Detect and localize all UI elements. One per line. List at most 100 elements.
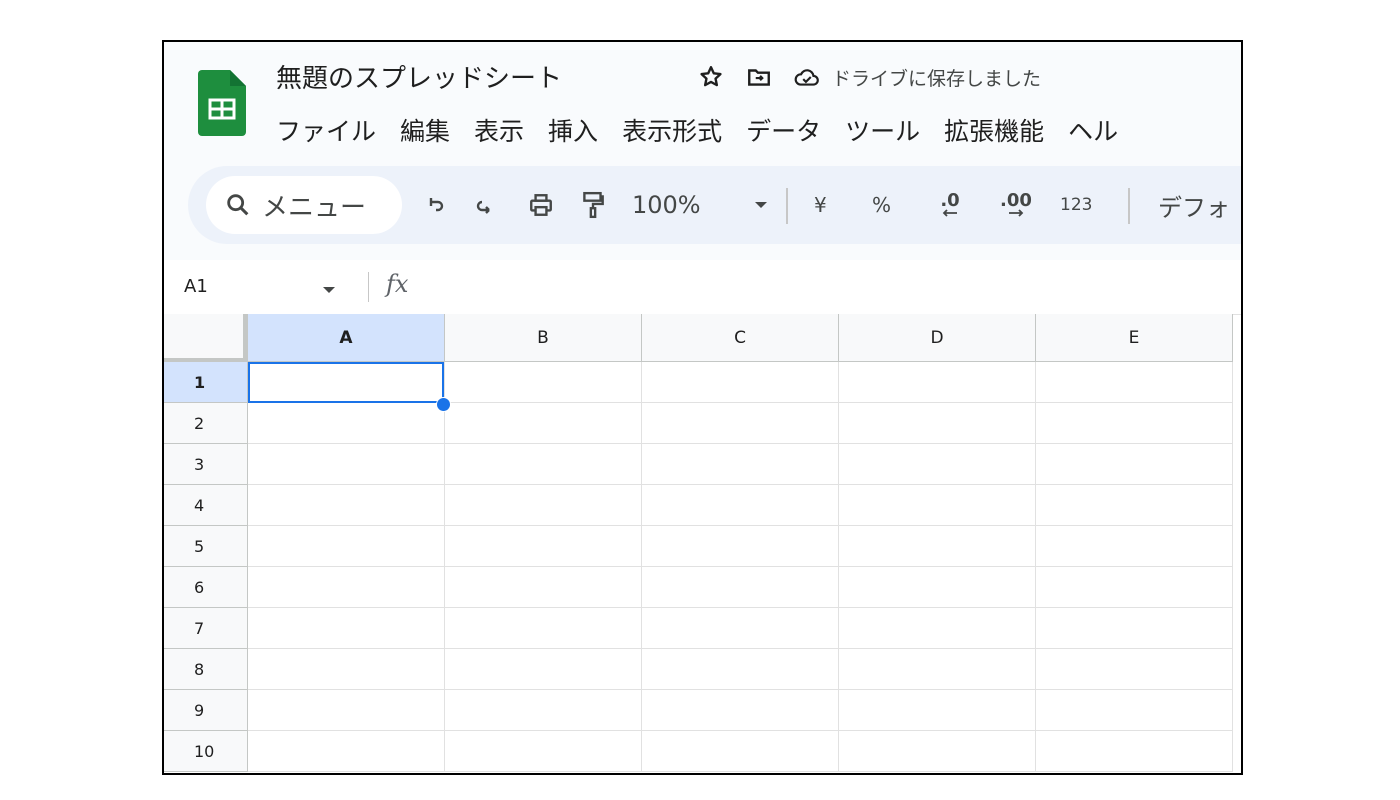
chevron-down-icon[interactable] — [750, 188, 772, 222]
menu-data[interactable]: データ — [746, 110, 821, 150]
cell-c7[interactable] — [642, 608, 839, 649]
sheets-logo-icon[interactable] — [198, 70, 246, 136]
cloud-saved-icon[interactable] — [792, 62, 822, 92]
cell-b7[interactable] — [445, 608, 642, 649]
menu-help[interactable]: ヘル — [1068, 110, 1118, 150]
cell-a2[interactable] — [248, 403, 445, 444]
name-box[interactable]: A1 — [184, 276, 208, 297]
cell-a4[interactable] — [248, 485, 445, 526]
cell-a3[interactable] — [248, 444, 445, 485]
row-header-7[interactable]: 7 — [164, 608, 248, 649]
cell-b3[interactable] — [445, 444, 642, 485]
menu-tools[interactable]: ツール — [845, 110, 920, 150]
print-icon[interactable] — [524, 188, 558, 222]
cell-b2[interactable] — [445, 403, 642, 444]
cell-e5[interactable] — [1036, 526, 1233, 567]
row-header-4[interactable]: 4 — [164, 485, 248, 526]
cell-a10[interactable] — [248, 731, 445, 772]
cell-d3[interactable] — [839, 444, 1036, 485]
row-header-9[interactable]: 9 — [164, 690, 248, 731]
arrow-right-icon — [1009, 209, 1024, 217]
more-formats-button[interactable]: 123 — [1060, 188, 1092, 222]
row-header-5[interactable]: 5 — [164, 526, 248, 567]
column-header-d[interactable]: D — [839, 314, 1036, 362]
column-header-b[interactable]: B — [445, 314, 642, 362]
cell-e6[interactable] — [1036, 567, 1233, 608]
cell-e8[interactable] — [1036, 649, 1233, 690]
sheet-grid: A B C D E 1 2 3 4 5 6 7 8 9 10 — [164, 314, 1241, 773]
cell-c5[interactable] — [642, 526, 839, 567]
row-header-10[interactable]: 10 — [164, 731, 248, 772]
cell-d4[interactable] — [839, 485, 1036, 526]
menu-extensions[interactable]: 拡張機能 — [944, 110, 1044, 150]
column-header-c[interactable]: C — [642, 314, 839, 362]
cell-d5[interactable] — [839, 526, 1036, 567]
cell-e3[interactable] — [1036, 444, 1233, 485]
zoom-select[interactable]: 100% — [632, 188, 701, 222]
increase-decimal-button[interactable]: .00 — [994, 188, 1038, 222]
cell-b10[interactable] — [445, 731, 642, 772]
row-header-1[interactable]: 1 — [164, 362, 248, 403]
decrease-decimal-button[interactable]: .0 — [930, 188, 970, 222]
menu-search-button[interactable]: メニュー — [206, 176, 402, 234]
currency-format-button[interactable]: ¥ — [814, 188, 827, 222]
cell-e2[interactable] — [1036, 403, 1233, 444]
cell-e4[interactable] — [1036, 485, 1233, 526]
cell-d1[interactable] — [839, 362, 1036, 403]
cell-c10[interactable] — [642, 731, 839, 772]
row-header-8[interactable]: 8 — [164, 649, 248, 690]
cell-d8[interactable] — [839, 649, 1036, 690]
column-header-e[interactable]: E — [1036, 314, 1233, 362]
cell-b9[interactable] — [445, 690, 642, 731]
cell-b1[interactable] — [445, 362, 642, 403]
cell-c3[interactable] — [642, 444, 839, 485]
cell-a6[interactable] — [248, 567, 445, 608]
column-header-a[interactable]: A — [248, 314, 445, 362]
cell-b4[interactable] — [445, 485, 642, 526]
cell-c9[interactable] — [642, 690, 839, 731]
row-header-2[interactable]: 2 — [164, 403, 248, 444]
cell-e9[interactable] — [1036, 690, 1233, 731]
menu-insert[interactable]: 挿入 — [548, 110, 598, 150]
star-icon[interactable] — [696, 62, 726, 92]
cell-b8[interactable] — [445, 649, 642, 690]
cell-e1[interactable] — [1036, 362, 1233, 403]
menu-file[interactable]: ファイル — [276, 110, 376, 150]
move-folder-icon[interactable] — [744, 62, 774, 92]
cell-b6[interactable] — [445, 567, 642, 608]
cell-e10[interactable] — [1036, 731, 1233, 772]
cell-a5[interactable] — [248, 526, 445, 567]
cell-b5[interactable] — [445, 526, 642, 567]
percent-format-button[interactable]: % — [872, 188, 891, 222]
row-header-3[interactable]: 3 — [164, 444, 248, 485]
menu-view[interactable]: 表示 — [474, 110, 524, 150]
cell-d6[interactable] — [839, 567, 1036, 608]
search-icon — [224, 191, 252, 219]
cell-d9[interactable] — [839, 690, 1036, 731]
chevron-down-icon[interactable] — [322, 280, 336, 299]
cell-d2[interactable] — [839, 403, 1036, 444]
document-title[interactable]: 無題のスプレッドシート — [276, 58, 562, 95]
row-header-6[interactable]: 6 — [164, 567, 248, 608]
cell-d10[interactable] — [839, 731, 1036, 772]
undo-icon[interactable] — [418, 188, 452, 222]
select-all-corner[interactable] — [164, 314, 248, 363]
save-status: ドライブに保存しました — [832, 67, 1042, 90]
menu-edit[interactable]: 編集 — [400, 110, 450, 150]
cell-d7[interactable] — [839, 608, 1036, 649]
cell-a7[interactable] — [248, 608, 445, 649]
cell-a8[interactable] — [248, 649, 445, 690]
cell-c8[interactable] — [642, 649, 839, 690]
menu-format[interactable]: 表示形式 — [622, 110, 722, 150]
active-cell-outline[interactable] — [248, 362, 444, 403]
cell-a9[interactable] — [248, 690, 445, 731]
cell-c1[interactable] — [642, 362, 839, 403]
redo-icon[interactable] — [468, 188, 502, 222]
fill-handle[interactable] — [436, 397, 451, 412]
cell-c4[interactable] — [642, 485, 839, 526]
cell-c2[interactable] — [642, 403, 839, 444]
cell-e7[interactable] — [1036, 608, 1233, 649]
font-select[interactable]: デフォ — [1158, 188, 1230, 222]
cell-c6[interactable] — [642, 567, 839, 608]
paint-format-icon[interactable] — [576, 188, 610, 222]
